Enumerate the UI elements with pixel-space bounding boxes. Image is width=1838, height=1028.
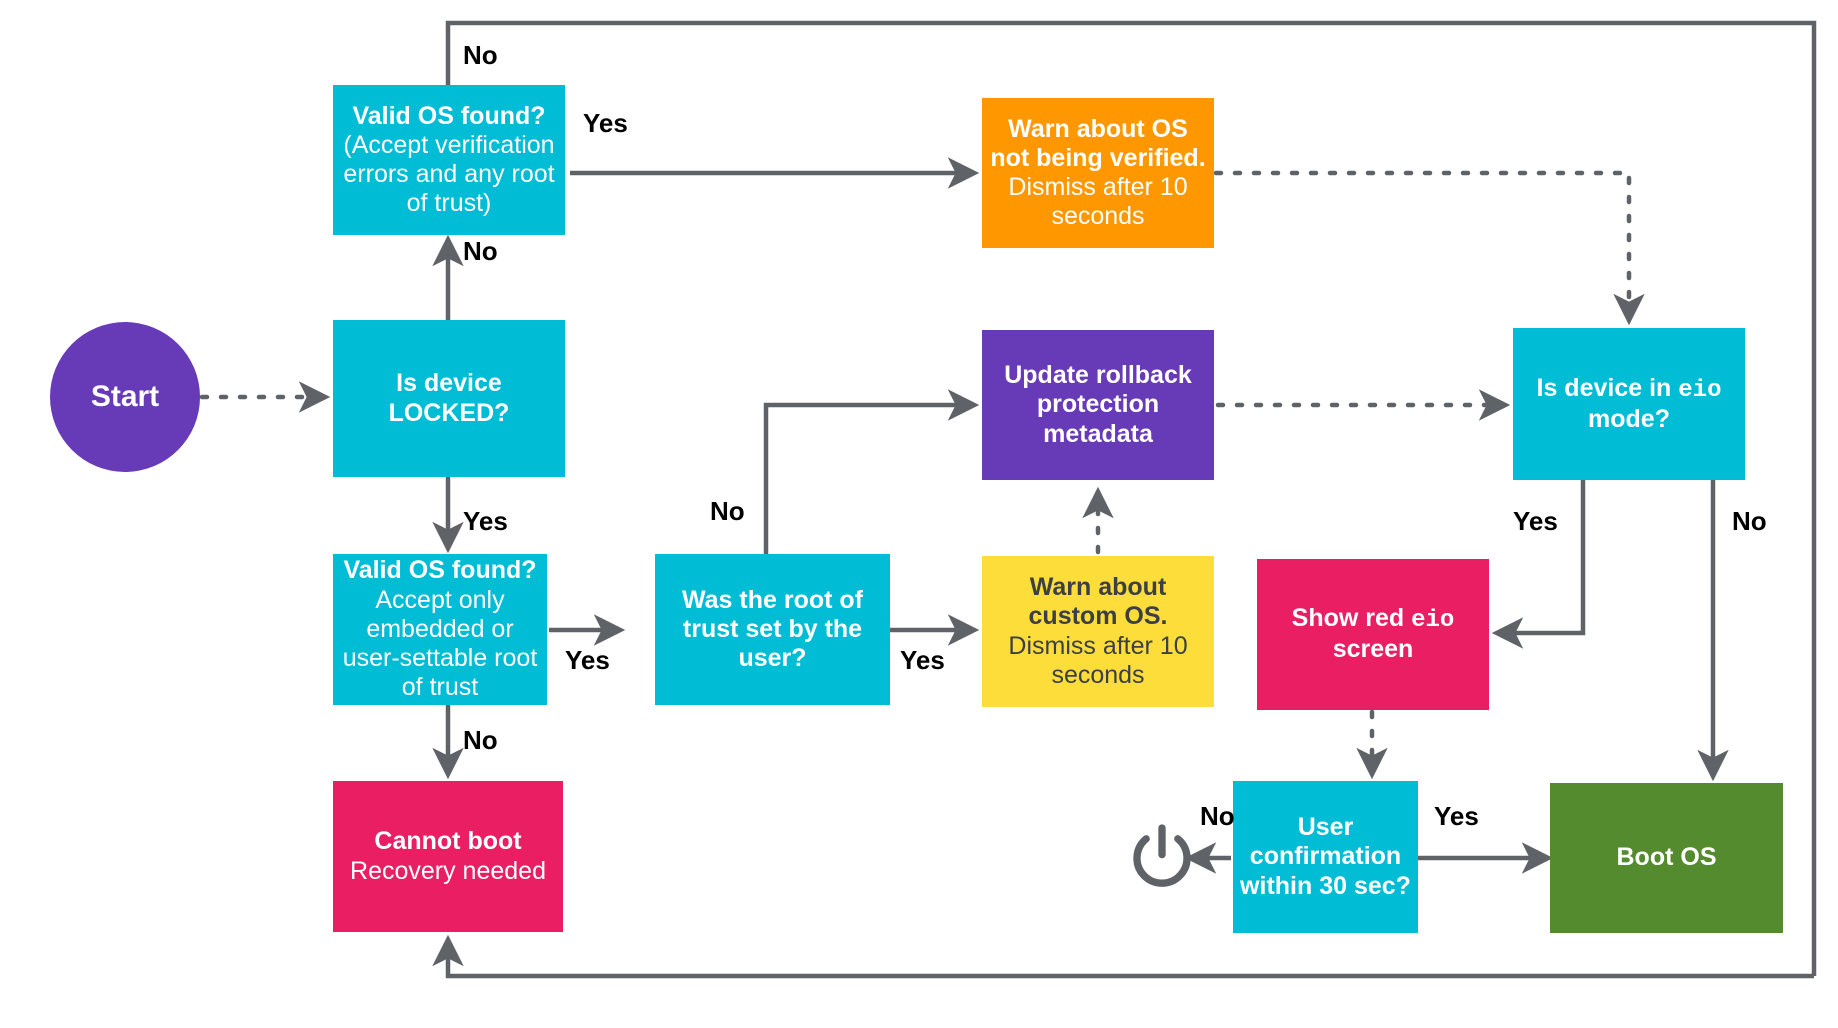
cannot-boot-node[interactable]: Cannot boot Recovery needed bbox=[333, 781, 563, 932]
valid-os-found-unlocked-subtitle: (Accept verification errors and any root… bbox=[343, 130, 555, 218]
cannot-boot-title: Cannot boot bbox=[374, 827, 522, 856]
valid-os-found-locked-title: Valid OS found? bbox=[343, 556, 537, 585]
start-node-title: Start bbox=[90, 380, 160, 414]
start-node[interactable]: Start bbox=[50, 322, 200, 472]
eio-keyword: eio bbox=[1678, 376, 1722, 404]
warn-os-not-verified-subtitle: Dismiss after 10 seconds bbox=[1008, 173, 1188, 231]
valid-os-found-unlocked-title: Valid OS found? bbox=[352, 101, 546, 130]
show-red-eio-screen-title-part-3: screen bbox=[1332, 635, 1414, 664]
eio-keyword: eio bbox=[1411, 607, 1455, 635]
edge-label-yes-eio-mode: Yes bbox=[1513, 506, 1558, 536]
edge-label-no-valid-os-locked: No bbox=[463, 725, 498, 755]
warn-custom-os-node[interactable]: Warn about custom OS. Dismiss after 10 s… bbox=[982, 556, 1214, 707]
root-of-trust-set-by-user-node[interactable]: Was the root of trust set by the user? bbox=[655, 554, 890, 705]
edge-label-yes-root-of-trust: Yes bbox=[900, 645, 945, 675]
is-device-in-eio-mode-title-part-3: mode? bbox=[1588, 404, 1670, 433]
edge-label-yes-user-confirmation: Yes bbox=[1434, 801, 1479, 831]
edge-is-device-eio-yes-to-show-red-eio bbox=[1491, 480, 1586, 649]
user-confirmation-node[interactable]: User confirmation within 30 sec? bbox=[1233, 781, 1418, 933]
is-device-locked-title: Is device LOCKED? bbox=[388, 369, 510, 427]
root-of-trust-set-by-user-title: Was the root of trust set by the user? bbox=[681, 585, 863, 673]
is-device-locked-node[interactable]: Is device LOCKED? bbox=[333, 320, 565, 477]
edge-label-yes-unlocked-valid-os: Yes bbox=[583, 108, 628, 138]
flowchart-canvas: up to Valid OS found? (unlocked) --> dow… bbox=[0, 0, 1838, 1028]
edge-label-no-top-loop: No bbox=[463, 40, 498, 70]
is-device-in-eio-mode-title-part-1: Is device in bbox=[1536, 373, 1679, 402]
show-red-eio-screen-title-part-1: Show red bbox=[1291, 604, 1412, 633]
edge-root-of-trust-no-to-update-rollback bbox=[763, 389, 980, 554]
edge-label-no-root-of-trust: No bbox=[710, 496, 745, 526]
warn-custom-os-title: Warn about custom OS. bbox=[1028, 573, 1168, 631]
warn-os-not-verified-title: Warn about OS not being verified. bbox=[990, 114, 1206, 172]
edge-label-no-user-confirmation: No bbox=[1200, 801, 1235, 831]
valid-os-found-locked-subtitle: Accept only embedded or user-settable ro… bbox=[342, 585, 538, 702]
edge-label-no-eio-mode: No bbox=[1732, 506, 1767, 536]
edge-label-yes-device-locked: Yes bbox=[463, 506, 508, 536]
warn-custom-os-subtitle: Dismiss after 10 seconds bbox=[1008, 631, 1188, 689]
boot-os-node[interactable]: Boot OS bbox=[1550, 783, 1783, 933]
valid-os-found-unlocked-node[interactable]: Valid OS found? (Accept verification err… bbox=[333, 85, 565, 235]
boot-os-title: Boot OS bbox=[1616, 843, 1717, 872]
show-red-eio-screen-node[interactable]: Show red eio screen bbox=[1257, 559, 1489, 710]
edge-label-no-device-locked: No bbox=[463, 236, 498, 266]
show-red-eio-screen-title: Show red eio screen bbox=[1263, 604, 1483, 664]
edge-warn-os-not-verified-to-is-device-eio bbox=[1213, 170, 1645, 326]
edge-bottom-loop-to-cannot-boot bbox=[432, 934, 1814, 979]
is-device-in-eio-mode-node[interactable]: Is device in eio mode? bbox=[1513, 328, 1745, 480]
edge-label-yes-valid-os-locked: Yes bbox=[565, 645, 610, 675]
update-rollback-protection-metadata-node[interactable]: Update rollback protection metadata bbox=[982, 330, 1214, 480]
valid-os-found-locked-node[interactable]: Valid OS found? Accept only embedded or … bbox=[333, 554, 547, 705]
is-device-in-eio-mode-title: Is device in eio mode? bbox=[1519, 374, 1739, 434]
cannot-boot-subtitle: Recovery needed bbox=[350, 856, 546, 885]
user-confirmation-title: User confirmation within 30 sec? bbox=[1240, 813, 1411, 900]
power-off-icon bbox=[1122, 818, 1202, 898]
update-rollback-protection-metadata-title: Update rollback protection metadata bbox=[1004, 361, 1192, 448]
warn-os-not-verified-node[interactable]: Warn about OS not being verified. Dismis… bbox=[982, 98, 1214, 248]
